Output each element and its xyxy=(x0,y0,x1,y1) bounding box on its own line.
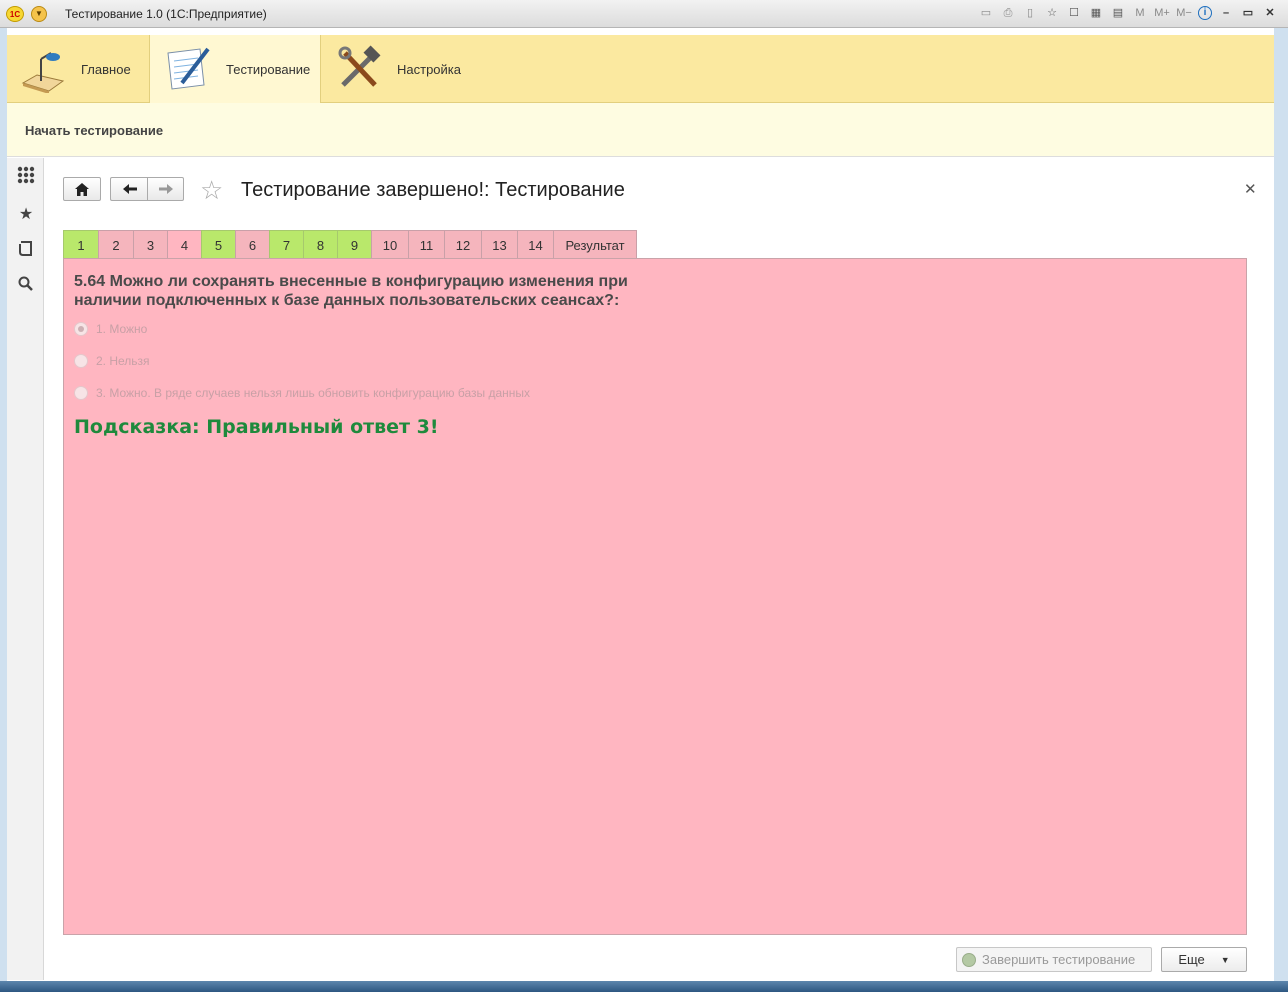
tab-question-7[interactable]: 7 xyxy=(269,230,304,259)
window-frame-right xyxy=(1274,28,1288,992)
tab-question-8[interactable]: 8 xyxy=(303,230,338,259)
section-testing[interactable]: Тестирование xyxy=(149,35,321,103)
tab-question-6[interactable]: 6 xyxy=(235,230,270,259)
history-pages-icon[interactable] xyxy=(16,240,36,260)
tab-question-14[interactable]: 14 xyxy=(517,230,554,259)
window-frame-left xyxy=(0,28,7,992)
sections-panel: Главное Тестирование Настройка xyxy=(7,35,1274,103)
favorites-icon[interactable]: ★ xyxy=(16,204,36,224)
tab-question-12[interactable]: 12 xyxy=(444,230,482,259)
window-titlebar: 1С ▼ Тестирование 1.0 (1С:Предприятие) ▭… xyxy=(0,0,1288,28)
window-title: Тестирование 1.0 (1С:Предприятие) xyxy=(65,7,267,21)
tab-question-9[interactable]: 9 xyxy=(337,230,372,259)
titlebar-tools: ▭ ⎙ ▯ ☆ ☐ ▦ ▤ M M+ M− i – ▭ ✕ xyxy=(978,5,1278,21)
tab-question-1[interactable]: 1 xyxy=(63,230,99,259)
home-icon xyxy=(75,182,89,196)
left-toolbar: ★ xyxy=(7,158,44,980)
search-icon[interactable] xyxy=(16,276,36,296)
main-menu-button[interactable]: ▼ xyxy=(31,6,47,22)
answer-option-label: 2. Нельзя xyxy=(96,354,150,368)
finish-testing-button[interactable]: Завершить тестирование xyxy=(956,947,1152,972)
question-text: 5.64 Можно ли сохранять внесенные в конф… xyxy=(74,273,628,309)
question-tabs: 1 2 3 4 5 6 7 8 9 10 11 12 13 14 Результат xyxy=(63,230,637,259)
answer-option-2[interactable]: 2. Нельзя xyxy=(74,354,150,368)
os-taskbar xyxy=(0,981,1288,992)
answer-option-3[interactable]: 3. Можно. В ряде случаев нельзя лишь обн… xyxy=(74,386,530,400)
history-icon[interactable]: ☐ xyxy=(1066,5,1082,21)
tab-question-4[interactable]: 4 xyxy=(167,230,202,259)
maximize-icon[interactable]: ▭ xyxy=(1240,5,1256,21)
tab-question-11[interactable]: 11 xyxy=(408,230,445,259)
calculator-icon[interactable]: ▦ xyxy=(1088,5,1104,21)
preview-icon[interactable]: ▯ xyxy=(1022,5,1038,21)
info-icon[interactable]: i xyxy=(1198,6,1212,20)
more-label: Еще xyxy=(1178,952,1205,967)
actions-panel: Начать тестирование xyxy=(7,103,1274,157)
save-icon[interactable]: ▭ xyxy=(978,5,994,21)
finish-testing-label: Завершить тестирование xyxy=(982,952,1136,967)
tab-question-3[interactable]: 3 xyxy=(133,230,168,259)
test-form: ☆ Тестирование завершено!: Тестирование … xyxy=(45,158,1274,980)
memory-m-icon[interactable]: M xyxy=(1132,5,1148,21)
section-main[interactable]: Главное xyxy=(19,35,149,103)
start-testing-command[interactable]: Начать тестирование xyxy=(25,123,163,138)
arrow-left-icon xyxy=(122,184,137,194)
tab-result[interactable]: Результат xyxy=(553,230,637,259)
more-button[interactable]: Еще ▼ xyxy=(1161,947,1247,972)
answer-option-label: 1. Можно xyxy=(96,322,148,336)
memory-plus-icon[interactable]: M+ xyxy=(1154,5,1170,21)
section-settings-label: Настройка xyxy=(397,61,461,77)
tab-question-13[interactable]: 13 xyxy=(481,230,518,259)
minimize-icon[interactable]: – xyxy=(1218,5,1234,21)
notepad-pen-icon xyxy=(164,45,212,93)
form-title: Тестирование завершено!: Тестирование xyxy=(241,179,625,201)
back-button[interactable] xyxy=(110,177,148,201)
section-main-label: Главное xyxy=(81,61,131,77)
all-functions-icon[interactable] xyxy=(16,166,36,186)
hint-text: Подсказка: Правильный ответ 3! xyxy=(74,416,439,438)
forward-button[interactable] xyxy=(147,177,184,201)
close-window-icon[interactable]: ✕ xyxy=(1262,5,1278,21)
favorites-add-icon[interactable]: ☆ xyxy=(1044,5,1060,21)
close-form-icon[interactable]: ✕ xyxy=(1244,180,1257,198)
answer-option-1[interactable]: 1. Можно xyxy=(74,322,147,336)
desk-lamp-icon xyxy=(19,45,67,94)
radio-button[interactable] xyxy=(74,386,88,400)
section-testing-label: Тестирование xyxy=(226,61,311,77)
section-settings[interactable]: Настройка xyxy=(335,35,485,103)
chevron-down-icon: ▼ xyxy=(1220,954,1230,965)
tab-question-2[interactable]: 2 xyxy=(98,230,134,259)
app-logo-icon: 1С xyxy=(6,6,24,22)
tab-question-10[interactable]: 10 xyxy=(371,230,409,259)
memory-minus-icon[interactable]: M− xyxy=(1176,5,1192,21)
tools-icon xyxy=(335,45,383,93)
answer-option-label: 3. Можно. В ряде случаев нельзя лишь обн… xyxy=(96,386,531,400)
arrow-right-icon xyxy=(158,184,173,194)
print-icon[interactable]: ⎙ xyxy=(1000,5,1016,21)
favorite-star-icon[interactable]: ☆ xyxy=(200,175,223,206)
finish-check-icon xyxy=(962,952,976,967)
question-panel: 5.64 Можно ли сохранять внесенные в конф… xyxy=(63,258,1247,935)
radio-button[interactable] xyxy=(74,354,88,368)
radio-button[interactable] xyxy=(74,322,88,336)
calendar-icon[interactable]: ▤ xyxy=(1110,5,1126,21)
home-button[interactable] xyxy=(63,177,101,201)
tab-question-5[interactable]: 5 xyxy=(201,230,236,259)
